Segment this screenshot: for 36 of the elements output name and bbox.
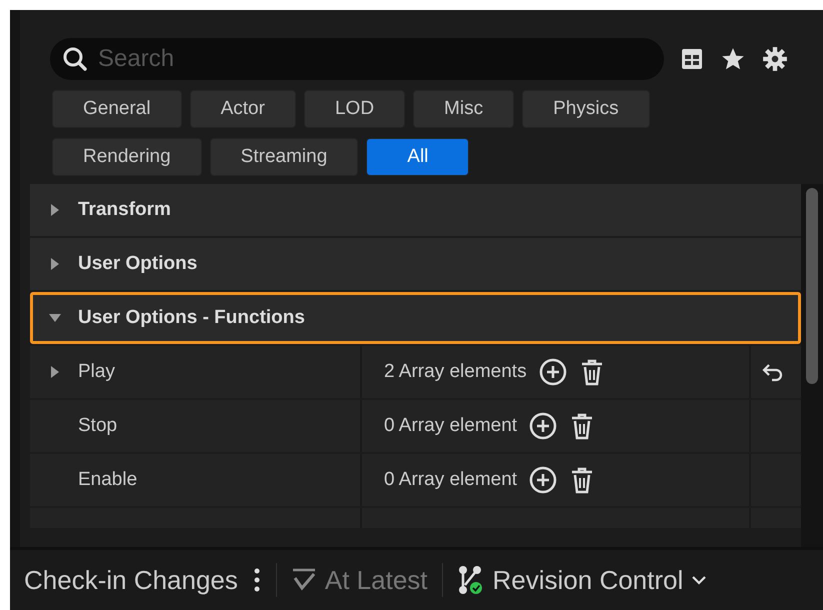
filter-tab[interactable]: Rendering <box>52 138 202 176</box>
category-label: User Options <box>78 253 198 275</box>
filter-tab[interactable]: Misc <box>413 90 514 128</box>
filter-tab[interactable]: All <box>366 138 470 176</box>
category-header[interactable]: User Options <box>30 238 801 290</box>
star-icon[interactable] <box>720 46 746 72</box>
chevron-down-icon <box>691 574 708 586</box>
category-header[interactable]: User Options - Functions <box>30 292 801 344</box>
add-icon[interactable] <box>529 466 558 494</box>
array-count: 2 Array elements <box>384 361 527 383</box>
filter-tab[interactable]: Streaming <box>210 138 358 176</box>
filter-tab[interactable]: Actor <box>190 90 296 128</box>
category-label: User Options - Functions <box>78 307 305 329</box>
branch-icon <box>456 565 485 595</box>
category-label: Transform <box>78 199 171 221</box>
settings-icon[interactable] <box>762 46 788 72</box>
more-options-icon[interactable] <box>252 566 262 594</box>
checkmark-icon <box>290 567 317 593</box>
scrollbar-thumb[interactable] <box>806 188 818 384</box>
property-name: Play <box>78 361 115 383</box>
filter-tab[interactable]: LOD <box>304 90 406 128</box>
reset-arrow-icon[interactable] <box>761 362 785 382</box>
add-icon[interactable] <box>529 412 558 440</box>
check-in-button[interactable]: Check-in Changes <box>24 564 238 596</box>
add-icon[interactable] <box>538 358 567 386</box>
filter-tab[interactable]: General <box>52 90 182 128</box>
property-name: Stop <box>78 415 118 437</box>
property-name: Enable <box>78 469 138 491</box>
filter-tab[interactable]: Physics <box>522 90 650 128</box>
revision-control-button[interactable]: Revision Control <box>456 564 708 596</box>
search-field[interactable]: Search <box>50 38 664 80</box>
table-icon[interactable] <box>680 47 704 71</box>
array-count: 0 Array element <box>384 469 518 491</box>
search-icon <box>62 46 88 72</box>
array-count: 0 Array element <box>384 415 518 437</box>
category-header[interactable]: Transform <box>30 184 801 236</box>
